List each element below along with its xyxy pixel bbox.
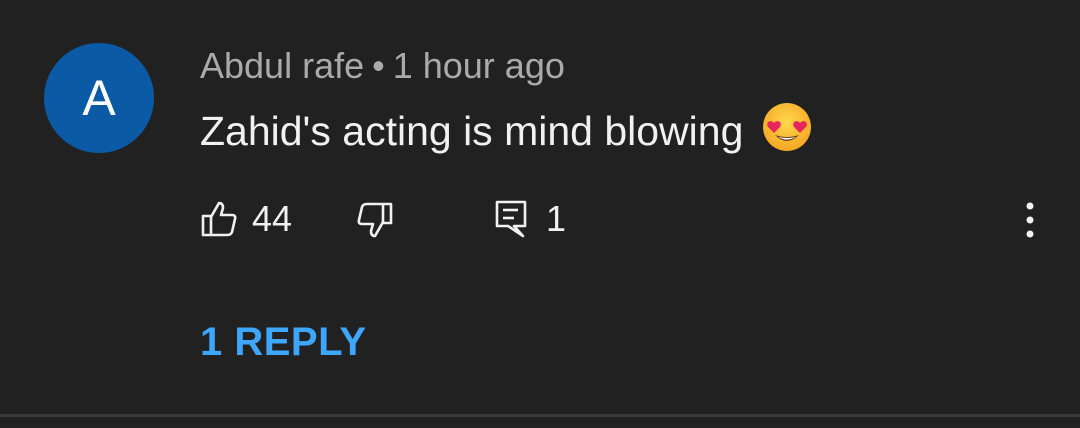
thumbs-down-icon (357, 202, 393, 238)
reply-button[interactable]: 1 (494, 198, 566, 240)
view-replies-link[interactable]: 1 REPLY (200, 320, 367, 365)
comment-meta: Abdul rafe • 1 hour ago (200, 44, 565, 88)
divider (0, 414, 1080, 417)
more-options-icon[interactable] (1016, 198, 1044, 242)
comment-icon (495, 200, 527, 238)
avatar[interactable]: A (44, 43, 154, 153)
comment-text: Zahid's acting is mind blowing (200, 108, 744, 154)
meta-separator: • (372, 45, 385, 86)
dislike-button[interactable] (356, 200, 394, 240)
thumbs-up-icon (201, 201, 237, 237)
comment-item: A Abdul rafe • 1 hour ago Zahid's acting i… (0, 0, 1080, 428)
smiling-face-with-heart-eyes-icon (762, 103, 811, 151)
like-button[interactable]: 44 (200, 198, 292, 240)
like-count: 44 (252, 198, 293, 239)
reply-count: 1 (546, 198, 567, 239)
author-name[interactable]: Abdul rafe (200, 45, 364, 86)
avatar-letter: A (82, 70, 116, 126)
comment-timestamp[interactable]: 1 hour ago (393, 45, 565, 86)
comment-body: Zahid's acting is mind blowing (200, 101, 813, 157)
